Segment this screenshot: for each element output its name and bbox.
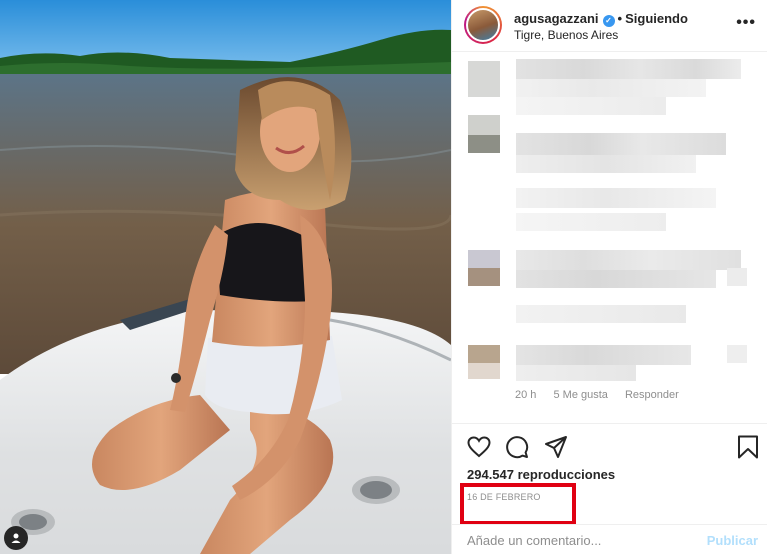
avatar[interactable] (464, 6, 502, 44)
comment-text (516, 188, 716, 208)
following-button[interactable]: Siguiendo (625, 11, 688, 26)
comment-text (516, 345, 691, 365)
comment-likes[interactable]: 5 Me gusta (553, 389, 607, 401)
post-image (0, 0, 451, 554)
comment-avatar (468, 115, 500, 135)
username-link[interactable]: agusagazzani (514, 11, 599, 26)
comments-list (452, 53, 767, 423)
comment-avatar (468, 250, 500, 268)
heart-icon[interactable] (466, 434, 492, 460)
comment-text (516, 270, 716, 288)
comment-avatar (468, 268, 500, 286)
comment-text (516, 133, 726, 155)
post-header: agusagazzani ✓ • Siguiendo Tigre, Buenos Ai… (452, 0, 767, 52)
bookmark-icon[interactable] (735, 434, 761, 460)
comment-time: 20 h (515, 389, 537, 401)
location-link[interactable]: Tigre, Buenos Aires (514, 28, 618, 42)
reply-button[interactable]: Responder (625, 389, 679, 401)
comment-icon[interactable] (504, 434, 530, 460)
divider (452, 423, 767, 424)
username-row: agusagazzani ✓ • Siguiendo (514, 11, 688, 27)
comment-text (727, 345, 747, 363)
date-highlight-box (460, 483, 576, 525)
share-icon[interactable] (543, 434, 569, 460)
comment-meta: 20 h 5 Me gusta Responder (515, 389, 693, 401)
comment-text (516, 79, 706, 97)
comment-text (516, 97, 666, 115)
separator-dot: • (617, 11, 623, 26)
comment-text (516, 59, 741, 79)
post-photo[interactable] (0, 0, 451, 554)
comment-text (516, 250, 741, 270)
views-count[interactable]: 294.547 reproducciones (467, 467, 615, 482)
more-horizontal-icon[interactable]: ••• (736, 14, 756, 32)
comment-input[interactable] (467, 533, 687, 548)
verified-badge-icon: ✓ (602, 15, 615, 27)
action-bar (466, 434, 762, 460)
comment-bar: Publicar (452, 524, 767, 554)
comment-text (727, 268, 747, 286)
comment-avatar (468, 61, 500, 97)
comment-avatar (468, 363, 500, 379)
comment-avatar (468, 345, 500, 363)
tagged-user-icon[interactable] (4, 526, 28, 550)
publish-button[interactable]: Publicar (707, 533, 758, 548)
comment-avatar (468, 135, 500, 153)
post-panel: agusagazzani ✓ • Siguiendo Tigre, Buenos Ai… (451, 0, 767, 554)
comment-text (516, 365, 636, 381)
comment-text (516, 305, 686, 323)
comment-text (516, 155, 696, 173)
comment-text (516, 213, 666, 231)
